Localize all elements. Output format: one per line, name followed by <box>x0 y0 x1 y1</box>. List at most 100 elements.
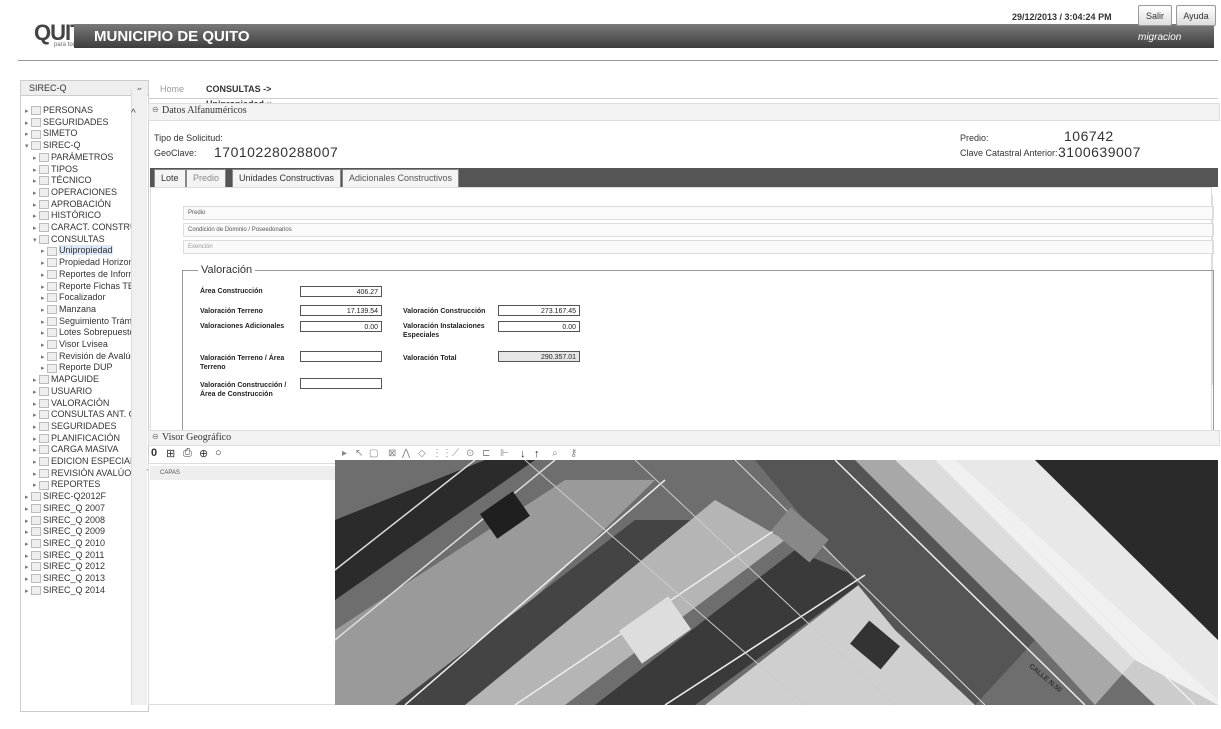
folder-icon <box>39 152 49 162</box>
sidebar-item[interactable]: ▾ SIREC-Q <box>25 139 81 151</box>
geo-viewer-title: Visor Geográfico <box>162 432 232 443</box>
val-construccion-area-field[interactable] <box>300 378 382 389</box>
zoom-in-icon[interactable]: ⊕ <box>199 447 208 460</box>
line-icon[interactable]: ⟋ <box>452 448 459 459</box>
sidebar-item[interactable]: ▸ SIREC_Q 2014 <box>25 584 105 596</box>
folder-icon <box>39 398 49 408</box>
sidebar-item[interactable]: ▸ Unipropiedad <box>41 244 113 256</box>
val-adicionales-field[interactable]: 0.00 <box>300 321 382 332</box>
sidebar-item[interactable]: ▸ VALORACIÓN <box>33 397 109 409</box>
sidebar-item[interactable]: ▸ TIPOS <box>33 163 78 175</box>
val-instalaciones-label-line1: Valoración Instalaciones <box>403 323 485 330</box>
upload-icon[interactable]: ↑ <box>534 448 540 460</box>
sidebar-item[interactable]: ▸ Visor Lvisea <box>41 338 108 350</box>
tab-unidades-constructivas[interactable]: Unidades Constructivas <box>232 169 342 188</box>
exencion-section-header[interactable]: Exención <box>183 240 1214 254</box>
bracket-icon[interactable]: ⊏ <box>482 448 490 459</box>
print-icon[interactable]: ⎙ <box>183 447 192 460</box>
geo-viewer-header[interactable] <box>148 430 1220 446</box>
grid-icon[interactable]: ⋮⋮ <box>432 448 452 459</box>
sidebar-item[interactable]: ▸ APROBACIÓN <box>33 198 111 210</box>
predio-section-header[interactable]: Predio <box>183 206 1214 220</box>
help-button[interactable]: Ayuda <box>1176 5 1216 26</box>
sidebar-item[interactable]: ▸ Manzana <box>41 303 96 315</box>
sidebar-item[interactable]: ▸ SIREC_Q 2010 <box>25 537 105 549</box>
sidebar-item[interactable]: ▸ REPORTES <box>33 478 100 490</box>
logout-button[interactable]: Salir <box>1138 5 1172 26</box>
tab-adicionales-constructivos[interactable]: Adicionales Constructivos <box>342 169 460 188</box>
sidebar-item[interactable]: ▸ PERSONAS <box>25 104 93 116</box>
sidebar-item[interactable]: ▸ SIREC-Q2012F <box>25 490 106 502</box>
tab-home[interactable]: Home <box>160 82 192 97</box>
sidebar-item[interactable]: ▸ Lotes Sobrepuestos <box>41 326 139 338</box>
sidebar-item[interactable]: ▸ SIREC_Q 2013 <box>25 572 105 584</box>
tab-predio[interactable]: Predio <box>186 169 227 188</box>
select-box-icon[interactable]: ▢ <box>369 448 378 459</box>
sidebar-item[interactable]: ▸ SIREC_Q 2011 <box>25 549 104 561</box>
select-icon[interactable]: ↖ <box>355 448 363 459</box>
sidebar-item[interactable]: ▸ OPERACIONES <box>33 186 117 198</box>
sidebar-item[interactable]: ▸ SEGURIDADES <box>25 116 109 128</box>
sidebar-item[interactable]: ▸ PARÁMETROS <box>33 151 113 163</box>
sidebar-item[interactable]: ▸ Revisión de Avalúo <box>41 350 135 362</box>
sidebar-item[interactable]: ▸ SIMETO <box>25 127 77 139</box>
sidebar-item[interactable]: ▾ CONSULTAS <box>33 233 105 245</box>
polygon-icon[interactable]: ◇ <box>418 448 426 459</box>
sidebar-item[interactable]: ▸ SIREC_Q 2008 <box>25 514 105 526</box>
alfanumeric-panel-header[interactable] <box>148 103 1220 121</box>
sidebar-item[interactable]: ▸ Focalizador <box>41 291 106 303</box>
sidebar-item[interactable]: ▸ Reportes de Informac <box>41 268 146 280</box>
val-total-field[interactable]: 290.357.01 <box>498 351 580 362</box>
sidebar-item[interactable]: ▸ TÉCNICO <box>33 174 92 186</box>
val-construccion-label: Valoración Construcción <box>403 308 486 315</box>
search-icon[interactable]: ⌕ <box>552 448 558 459</box>
folder-icon <box>31 550 41 560</box>
sidebar-item[interactable]: ▸ MAPGUIDE <box>33 373 99 385</box>
folder-icon <box>39 480 49 490</box>
val-terreno-field[interactable]: 17.139.54 <box>300 305 382 316</box>
alfanumeric-panel-title: Datos Alfanuméricos <box>162 105 247 116</box>
lock-icon[interactable]: ⚷ <box>570 448 577 459</box>
layers-label: CAPAS <box>160 470 180 476</box>
val-terreno-area-field[interactable] <box>300 351 382 362</box>
tab-lote[interactable]: Lote <box>154 169 186 188</box>
sidebar-item[interactable]: ▸ Reporte DUP <box>41 361 113 373</box>
val-construccion-field[interactable]: 273.167.45 <box>498 305 580 316</box>
val-terreno-area-label-line1: Valoración Terreno / Área <box>200 355 285 362</box>
layers-icon[interactable]: ⊞ <box>166 447 175 460</box>
collapse-geo-icon[interactable]: ⊖ <box>152 432 159 441</box>
layers-header[interactable]: CAPAS <box>150 466 344 480</box>
sidebar-item[interactable]: ▸ USUARIO <box>33 385 92 397</box>
val-instalaciones-field[interactable]: 0.00 <box>498 321 580 332</box>
sidebar-item[interactable]: ▸ EDICION ESPECIAL <box>33 455 135 467</box>
sidebar-item[interactable]: ▸ CARACT. CONSTRUC <box>33 221 143 233</box>
sidebar-item[interactable]: ▸ SIREC_Q 2009 <box>25 525 105 537</box>
file-icon <box>47 269 57 279</box>
aerial-map-view[interactable]: CALLE N.50 <box>335 460 1218 705</box>
sidebar-item[interactable]: ▸ CARGA MASIVA <box>33 443 118 455</box>
collapse-panel-icon[interactable]: ⊖ <box>152 105 159 114</box>
sidebar-item[interactable]: ▸ SIREC_Q 2007 <box>25 502 105 514</box>
pan-icon[interactable]: ▸ <box>342 448 347 459</box>
sidebar-item[interactable]: ▸ PLANIFICACIÓN <box>33 432 120 444</box>
download-icon[interactable]: ↓ <box>520 448 526 460</box>
sidebar-item-label: SEGURIDADES <box>43 116 109 127</box>
zoom-out-icon[interactable]: ○ <box>215 447 222 459</box>
split-icon[interactable]: ⊩ <box>500 448 509 459</box>
measure-icon[interactable]: ⊠ <box>388 448 396 459</box>
point-icon[interactable]: ⊙ <box>466 448 474 459</box>
sidebar-item[interactable]: ▸ SEGURIDADES <box>33 420 117 432</box>
sidebar-item-label: HISTÓRICO <box>51 210 102 221</box>
dominio-section-header[interactable]: Condición de Dominio / Poseedonarios <box>183 223 1214 237</box>
tab-unipropiedad[interactable]: CONSULTAS -> Unipropiedad × <box>206 82 330 109</box>
sidebar-item[interactable]: ▸ Propiedad Horizontal <box>41 256 143 268</box>
info-icon[interactable]: 0 <box>151 447 157 459</box>
sidebar-item-label: Visor Lvisea <box>59 339 108 349</box>
sidebar-item[interactable]: ▸ SIREC_Q 2012 <box>25 560 105 572</box>
sidebar-item[interactable]: ▸ HISTÓRICO <box>33 209 101 221</box>
folder-icon <box>39 457 49 467</box>
sidebar-scrollbar[interactable] <box>131 90 147 705</box>
draw-icon[interactable]: ⋀ <box>402 448 410 459</box>
scroll-up-icon[interactable]: ^ <box>131 108 136 119</box>
area-construccion-field[interactable]: 406.27 <box>300 286 382 297</box>
